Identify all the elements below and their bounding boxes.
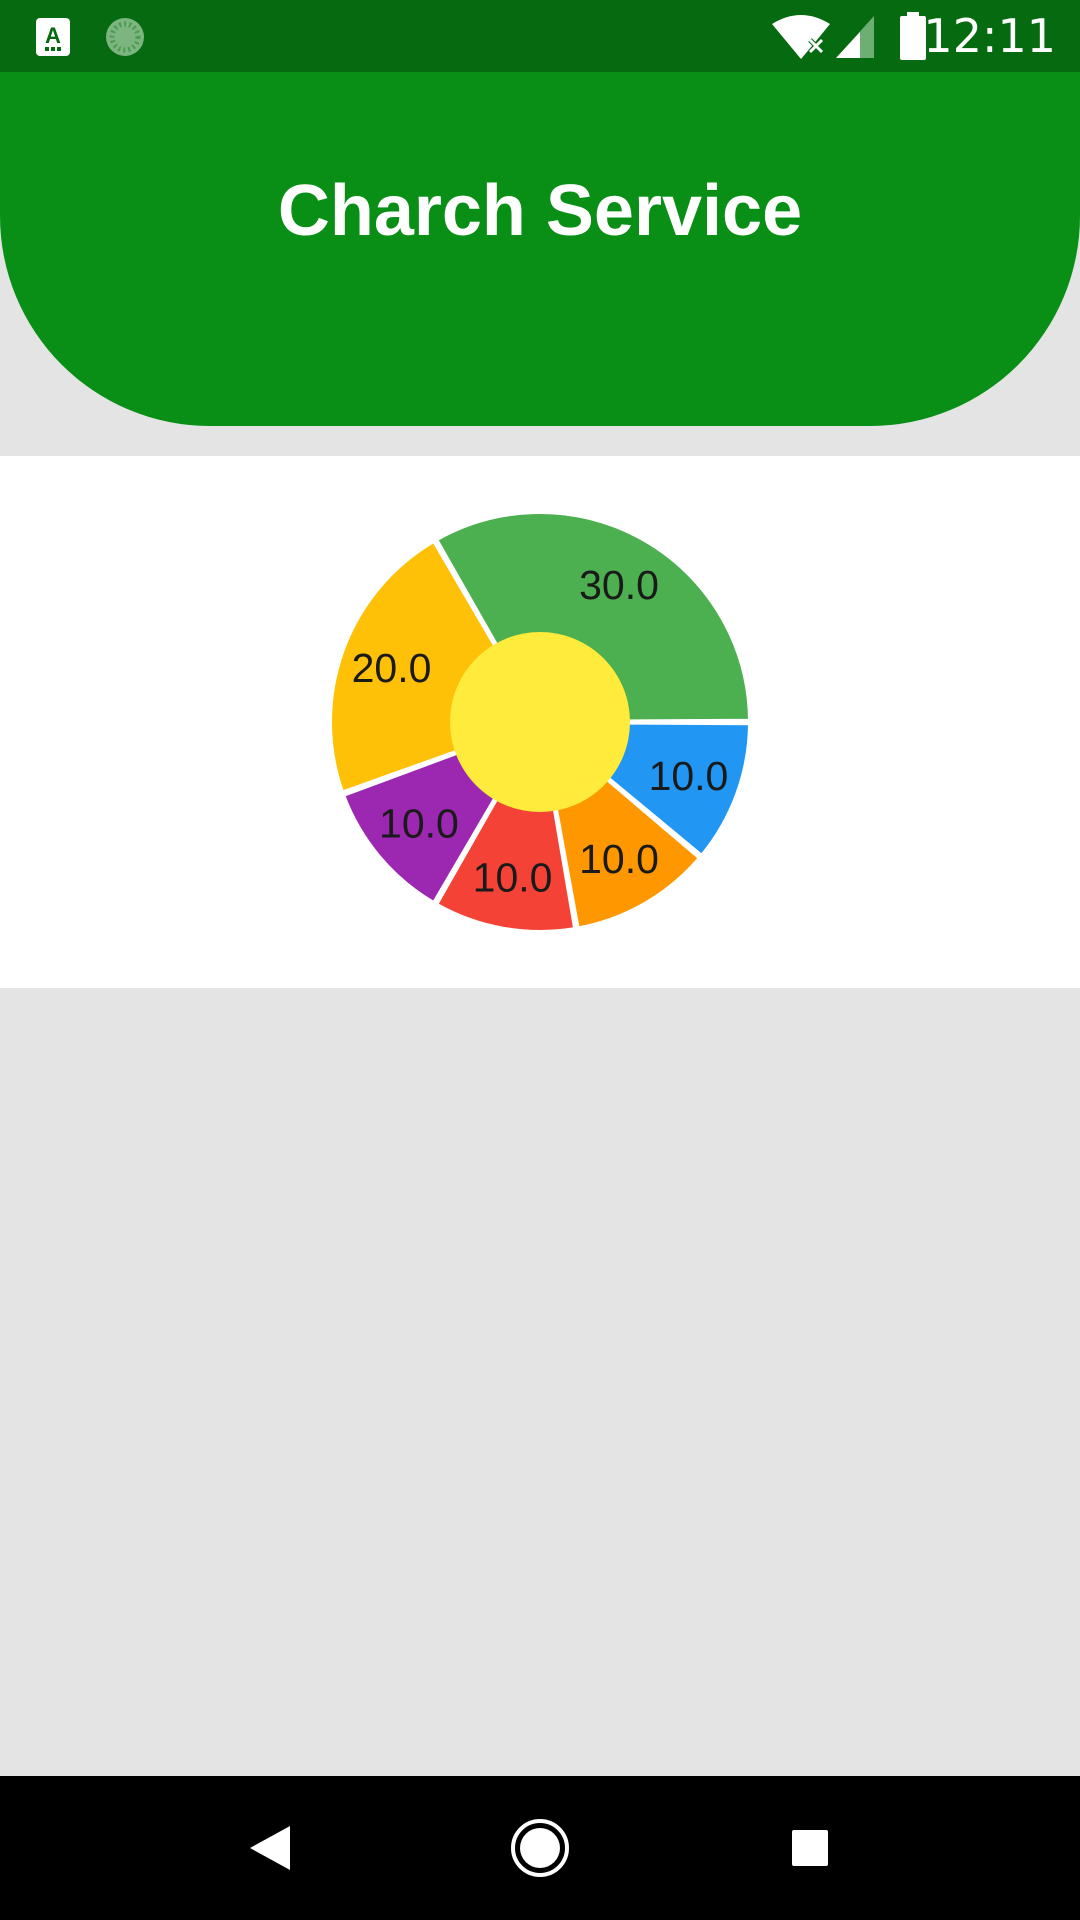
loading-spinner-icon bbox=[106, 18, 144, 56]
chart-card: 10.0 10.0 10.0 10.0 20.0 30.0 bbox=[0, 456, 1080, 988]
page-title: Charch Service bbox=[277, 171, 803, 251]
back-icon[interactable] bbox=[228, 1806, 312, 1890]
svg-text:A: A bbox=[45, 23, 61, 48]
wifi-off-icon bbox=[772, 15, 830, 59]
app-header: Charch Service bbox=[0, 72, 1080, 426]
recents-icon[interactable] bbox=[768, 1806, 852, 1890]
pie-chart: 10.0 10.0 10.0 10.0 20.0 30.0 bbox=[328, 510, 753, 934]
donut-center bbox=[450, 632, 630, 812]
navigation-bar bbox=[0, 1776, 1080, 1920]
pie-slice-label: 20.0 bbox=[352, 645, 432, 691]
pie-slice-label: 10.0 bbox=[649, 753, 729, 799]
home-icon[interactable] bbox=[498, 1806, 582, 1890]
status-bar: A 12:11 bbox=[0, 0, 1080, 72]
status-time: 12:11 bbox=[923, 9, 1056, 63]
pie-slice-label: 10.0 bbox=[473, 855, 553, 901]
pie-slice-label: 30.0 bbox=[579, 562, 659, 608]
pie-slice-label: 10.0 bbox=[379, 801, 459, 847]
accessibility-font-icon: A bbox=[36, 18, 70, 56]
cell-signal-icon bbox=[836, 16, 874, 58]
pie-slice-label: 10.0 bbox=[579, 836, 659, 882]
